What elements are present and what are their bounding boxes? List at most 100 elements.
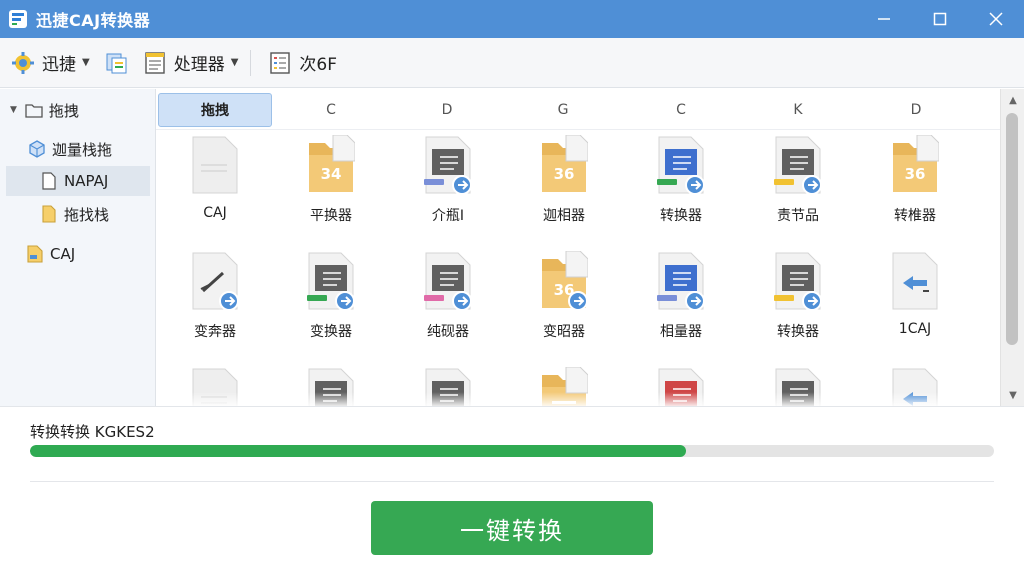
file-tile[interactable]: 责节品 <box>743 135 853 245</box>
file-tile-label: 变昭器 <box>543 324 585 340</box>
column-header[interactable]: 拖拽 <box>158 93 272 127</box>
sidebar-root-drag[interactable]: ▼ 拖拽 <box>0 97 156 123</box>
toolbar-pages[interactable] <box>102 45 132 81</box>
toolbar-item-6f[interactable]: 次6F <box>261 45 343 81</box>
svg-text:34: 34 <box>321 165 342 183</box>
toolbar-separator <box>250 49 252 76</box>
file-tile-label: 平换器 <box>310 208 352 224</box>
file-tile[interactable]: 1CAJ <box>860 251 970 361</box>
sidebar-item-label: CAJ <box>50 245 76 263</box>
maximize-icon <box>933 12 947 26</box>
caret-down-icon: ▼ <box>82 57 90 68</box>
close-button[interactable] <box>968 0 1024 38</box>
list-icon <box>267 50 293 76</box>
toolbar-item-label: 次6F <box>299 55 338 75</box>
blue-document-icon <box>657 136 705 195</box>
sidebar-item-volume[interactable]: 迦量栈拖 <box>0 136 156 162</box>
file-tile[interactable]: 36 迦相器 <box>509 135 619 245</box>
file-tile-label: 转换器 <box>777 324 819 340</box>
toolbar-menu-xunjie[interactable]: 迅捷 ▼ <box>4 45 96 81</box>
file-tile[interactable]: CAJ <box>160 135 270 245</box>
pages-icon <box>104 50 130 76</box>
column-header[interactable]: K <box>741 93 855 127</box>
sidebar-item-napaj[interactable]: NAPAJ <box>6 166 150 196</box>
edit-file-icon <box>192 252 239 311</box>
file-tile[interactable]: 变换器 <box>276 251 386 361</box>
folder-icon <box>40 205 58 223</box>
file-tile-label: 介瓶I <box>431 208 465 224</box>
sidebar-item-drag-stack[interactable]: 拖找栈 <box>0 201 156 227</box>
window-controls <box>856 0 1024 38</box>
page-icon <box>40 172 58 190</box>
progress-bar <box>30 445 994 457</box>
close-icon <box>989 12 1003 26</box>
toolbar-menu-label: 处理器 <box>173 55 225 75</box>
file-tile-label: 转换器 <box>660 208 702 224</box>
document-icon <box>307 252 355 311</box>
title-bar: 迅捷CAJ转换器 <box>0 0 1024 38</box>
file-tile[interactable]: 34 平换器 <box>276 135 386 245</box>
header-divider <box>156 129 1000 130</box>
minimize-icon <box>878 18 890 20</box>
folder-file-icon: 36 <box>542 135 588 192</box>
expand-triangle-icon[interactable]: ▼ <box>10 105 17 115</box>
scroll-thumb[interactable] <box>1006 113 1018 345</box>
folder-file-icon: 36 <box>893 135 939 192</box>
svg-text:36: 36 <box>554 165 575 183</box>
window-title: 迅捷CAJ转换器 <box>36 11 151 30</box>
toolbar-menu-processor[interactable]: 处理器 ▼ <box>136 45 245 81</box>
document-icon <box>424 252 472 311</box>
file-tile[interactable]: 变奔器 <box>160 251 270 361</box>
app-logo-icon <box>9 10 27 28</box>
file-tile[interactable]: 纯砚器 <box>393 251 503 361</box>
caj-file-icon <box>892 252 938 310</box>
gear-icon <box>10 50 36 76</box>
file-tile-label: 纯砚器 <box>427 324 469 340</box>
file-tile-label: 变换器 <box>310 324 352 340</box>
file-tile[interactable]: 相量器 <box>626 251 736 361</box>
caret-down-icon: ▼ <box>230 57 239 68</box>
caj-file-icon <box>26 245 44 263</box>
progress-label: 转换转换 KGKES2 <box>30 423 155 441</box>
sidebar-item-label: NAPAJ <box>64 172 109 190</box>
column-header[interactable]: G <box>506 93 620 127</box>
file-tile[interactable]: 介瓶I <box>393 135 503 245</box>
svg-text:36: 36 <box>905 165 926 183</box>
blue-document-icon <box>657 252 705 311</box>
blank-file-icon <box>192 136 238 194</box>
file-tile-label: 相量器 <box>660 324 702 340</box>
file-tile[interactable]: 36 变昭器 <box>509 251 619 361</box>
sidebar-root-label: 拖拽 <box>48 101 79 120</box>
document-icon <box>774 252 822 311</box>
document-icon <box>142 50 168 76</box>
file-tile[interactable]: 转换器 <box>743 251 853 361</box>
file-tile[interactable]: 36 转椎器 <box>860 135 970 245</box>
one-click-convert-button[interactable]: 一键转换 <box>371 501 653 555</box>
file-tile[interactable]: 转换器 <box>626 135 736 245</box>
file-tile-label: 迦相器 <box>543 208 585 224</box>
sidebar: ▼ 拖拽 迦量栈拖 NAPAJ 拖找栈 CAJ <box>0 89 156 406</box>
scroll-up-icon[interactable]: ▲ <box>1001 91 1024 109</box>
sidebar-item-caj[interactable]: CAJ <box>0 241 156 267</box>
panel-divider <box>30 481 994 482</box>
minimize-button[interactable] <box>856 0 912 38</box>
toolbar: 迅捷 ▼ 处理器 ▼ 次6F <box>0 38 1024 88</box>
scroll-down-icon[interactable]: ▼ <box>1001 386 1024 404</box>
folder-icon <box>25 101 43 119</box>
progress-fill <box>30 445 686 457</box>
column-header[interactable]: D <box>859 93 973 127</box>
maximize-button[interactable] <box>912 0 968 38</box>
file-tile-label: 变奔器 <box>194 324 236 340</box>
sidebar-item-label: 拖找栈 <box>64 205 110 224</box>
conversion-panel: 转换转换 KGKES2 一键转换 <box>0 406 1024 576</box>
column-header[interactable]: C <box>274 93 388 127</box>
file-grid: 拖拽 C D G C K D CAJ 34 平换器 介瓶I 36 迦相器 转换器 责节品 36 转… <box>156 89 1000 406</box>
document-icon <box>424 136 472 195</box>
file-tile-label: CAJ <box>203 205 227 221</box>
folder-file-icon: 36 <box>542 251 588 311</box>
column-header[interactable]: D <box>390 93 504 127</box>
file-tile-label: 1CAJ <box>898 321 932 337</box>
column-header[interactable]: C <box>624 93 738 127</box>
folder-file-icon: 34 <box>309 135 355 192</box>
vertical-scrollbar[interactable]: ▲ ▼ <box>1000 89 1024 406</box>
